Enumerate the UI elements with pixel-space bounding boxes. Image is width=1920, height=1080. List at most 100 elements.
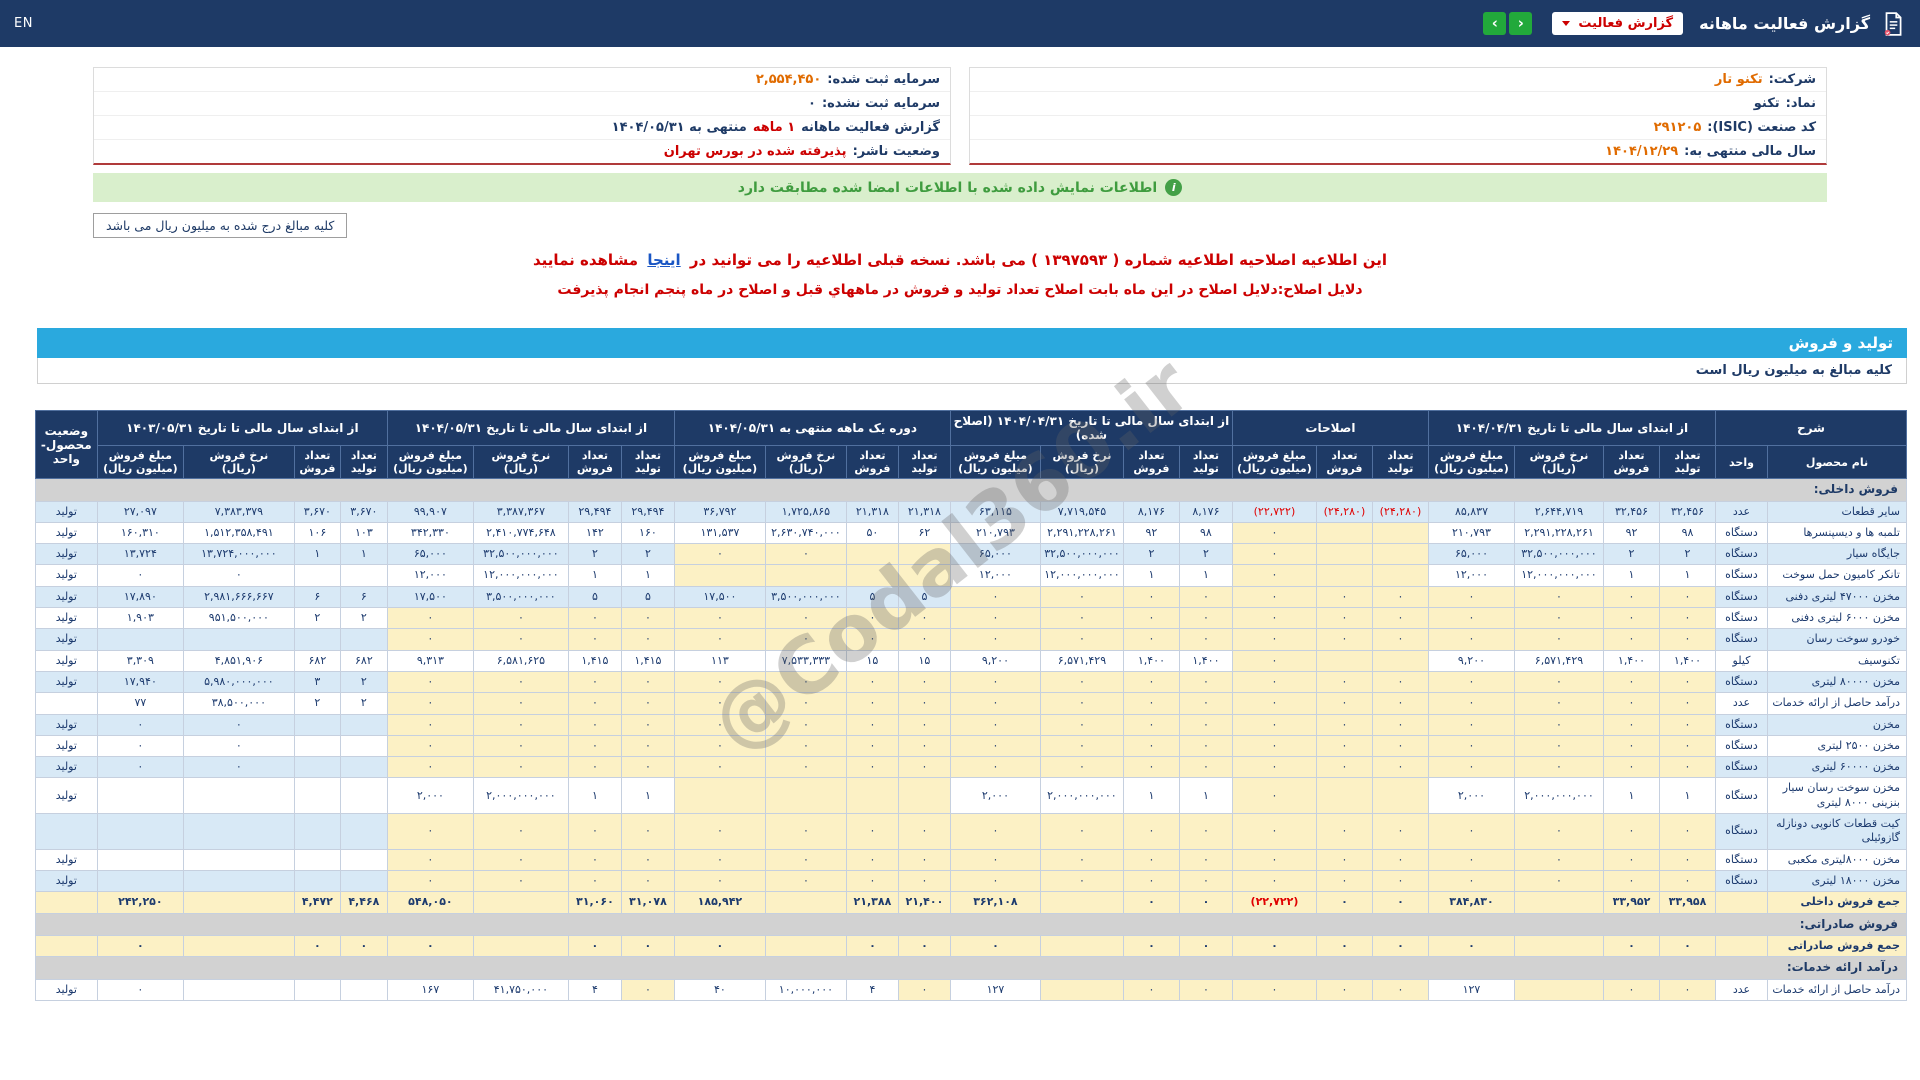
value-cell: ۰ [1231, 521, 1317, 545]
value-cell: ۱۴۲ [567, 521, 622, 545]
info-row: وضعیت ناشر: پذیرفته شده در بورس تهران [94, 140, 950, 163]
value-cell: ۰ [1178, 848, 1233, 871]
value-cell: ۰ [620, 713, 675, 736]
value-cell: ۰ [1427, 848, 1515, 871]
product-name-cell: مخزن ۴۷۰۰۰ لیتری دفنی [1767, 585, 1907, 609]
value-cell: ۹۸ [1178, 521, 1233, 545]
value-cell: ۴ [567, 979, 622, 1002]
product-name-cell: مخزن ۱۸۰۰۰ لیتری [1767, 869, 1907, 893]
value-cell [1371, 543, 1429, 566]
value-cell: ۰ [1231, 777, 1317, 815]
value-cell: ۰ [567, 848, 622, 871]
value-cell: ۲ [339, 670, 388, 694]
value-cell: (۲۴,۲۸۰) [1315, 500, 1373, 523]
value-cell: ۵ [567, 585, 622, 609]
value-cell: ۱۶۷ [386, 979, 474, 1002]
value-cell [673, 564, 766, 587]
value-cell [845, 564, 899, 587]
value-cell: ۱۲۷ [1427, 979, 1515, 1002]
value-cell: ۰ [764, 607, 847, 630]
next-report-button[interactable]: › [1509, 12, 1533, 35]
column-header: تعداد فروش [1315, 445, 1373, 479]
amendment-text: این اطلاعیه اصلاحیه اطلاعیه شماره ( ۱۳۹۷… [689, 251, 1387, 269]
value-cell: ۲ [293, 692, 341, 715]
value-cell: ۰ [1658, 585, 1716, 609]
product-name-cell: جمع فروش داخلی [1767, 891, 1907, 914]
product-row: مخزن ۸۰۰۰۰ لیتری دستگاه ۰ ۰ ۰ ۰ ۰ ۰ ۰ ۰ ۰ ۰ ۰ ۰ ۰ ۰ ۰ ۰ ۰ ۰… [34, 670, 1907, 694]
value-cell: ۰ [897, 848, 951, 871]
value-cell: ۹۸ [1658, 521, 1716, 545]
value-cell: ۲۹,۴۹۴ [567, 500, 622, 523]
value-cell: ۱۳۱,۵۳۷ [673, 521, 766, 545]
amounts-note-row: کلیه مبالغ درج شده به میلیون ریال می باش… [93, 213, 1827, 238]
info-label: سرمایه ثبت شده: [827, 72, 940, 87]
value-cell: ۰ [1315, 979, 1373, 1002]
value-cell [472, 935, 569, 958]
value-cell: ۰ [1039, 585, 1124, 609]
language-toggle-en[interactable]: EN [14, 16, 33, 31]
value-cell: ۰ [949, 869, 1041, 893]
value-cell: ۰ [386, 756, 474, 779]
value-cell: ۲,۴۱۰,۷۷۴,۶۴۸ [472, 521, 569, 545]
product-row: تلمبه ها و دیسپنسرها دستگاه ۹۸ ۹۲ ۲,۲۹۱,۲۲۸,… [34, 521, 1907, 545]
value-cell: ۵,۹۸۰,۰۰۰,۰۰۰ [182, 670, 295, 694]
value-cell [1371, 777, 1429, 815]
value-cell: ۰ [567, 628, 622, 651]
value-cell: ۳۳,۹۵۸ [1658, 891, 1716, 914]
value-cell: ۰ [673, 670, 766, 694]
value-cell: ۰ [567, 713, 622, 736]
value-cell: ۰ [1039, 670, 1124, 694]
value-cell: ۰ [1315, 935, 1373, 958]
value-cell: ۰ [620, 979, 675, 1002]
value-cell: ۴۰ [673, 979, 766, 1002]
value-cell: ۰ [845, 813, 899, 850]
value-cell: ۰ [1178, 734, 1233, 758]
value-cell: ۰ [897, 756, 951, 779]
value-cell: ۰ [1178, 935, 1233, 958]
value-cell [339, 713, 388, 736]
value-cell: ۰ [845, 628, 899, 651]
column-header: تعداد تولید [897, 445, 951, 479]
value-cell: ۰ [1122, 607, 1180, 630]
value-cell: ۰ [1658, 756, 1716, 779]
prev-report-button[interactable]: ‹ [1483, 12, 1507, 35]
info-icon [1165, 179, 1183, 196]
value-cell [1315, 649, 1373, 672]
unit-cell: دستگاه [1714, 543, 1769, 566]
value-cell: ۰ [764, 670, 847, 694]
value-cell: ۵ [845, 585, 899, 609]
previous-report-link[interactable]: اینجا [647, 251, 680, 269]
column-header: تعداد تولید [339, 445, 388, 479]
value-cell [1039, 979, 1124, 1002]
value-cell: ۰ [386, 869, 474, 893]
value-cell: ۰ [1178, 756, 1233, 779]
value-cell: ۲ [1602, 543, 1660, 566]
value-cell: ۱۲,۰۰۰ [386, 564, 474, 587]
value-cell: ۱۶۰,۳۱۰ [96, 521, 184, 545]
value-cell: ۰ [567, 935, 622, 958]
value-cell: ۹۹,۹۰۷ [386, 500, 474, 523]
report-type-dropdown[interactable]: گزارش فعالیت [1552, 12, 1684, 35]
report-nav: ‹ › [1483, 12, 1533, 35]
unit-cell: دستگاه [1714, 628, 1769, 651]
value-cell: ۰ [386, 692, 474, 715]
value-cell: ۰ [1178, 891, 1233, 914]
value-cell [1371, 521, 1429, 545]
value-cell: ۰ [1513, 713, 1604, 736]
value-cell: ۰ [845, 607, 899, 630]
value-cell: ۰ [1658, 813, 1716, 850]
amounts-note-box: کلیه مبالغ درج شده به میلیون ریال می باش… [93, 213, 348, 238]
product-status-cell [34, 935, 98, 958]
value-cell [1315, 543, 1373, 566]
value-cell: ۲ [1178, 543, 1233, 566]
value-cell: ۱,۴۰۰ [1602, 649, 1660, 672]
value-cell: ۰ [1371, 935, 1429, 958]
value-cell: ۶۵,۰۰۰ [949, 543, 1041, 566]
value-cell: ۰ [1371, 756, 1429, 779]
value-cell [96, 869, 184, 893]
value-cell: ۰ [1315, 848, 1373, 871]
value-cell: ۰ [1427, 869, 1515, 893]
value-cell: ۰ [1231, 670, 1317, 694]
value-cell: ۰ [897, 607, 951, 630]
column-header: تعداد تولید [1658, 445, 1716, 479]
